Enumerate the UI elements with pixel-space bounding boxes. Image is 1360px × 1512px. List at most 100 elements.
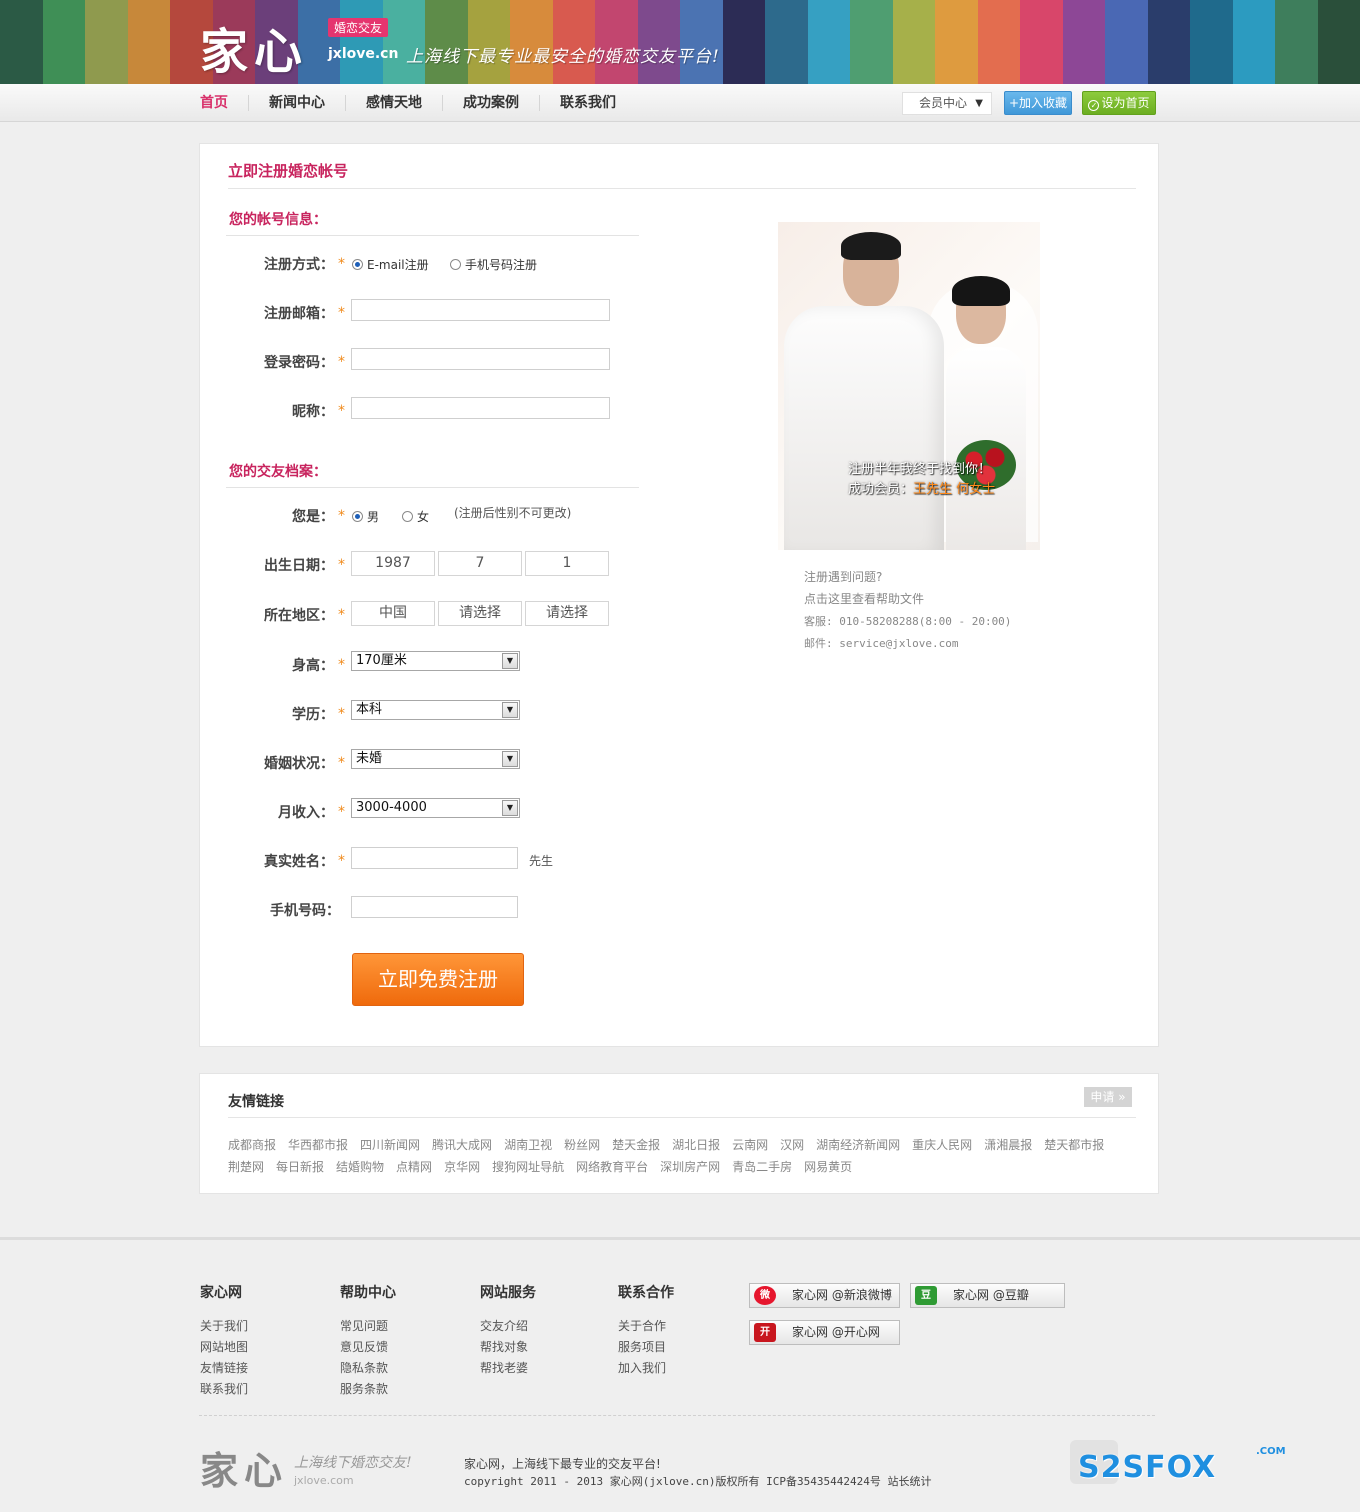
- caption-prefix: 成功会员：: [848, 482, 914, 497]
- photo-caption: 注册半年我终于找到你！: [848, 462, 992, 477]
- nav-item-emotion[interactable]: 感情天地: [346, 95, 443, 111]
- friend-link[interactable]: 点精网: [396, 1158, 432, 1175]
- brand[interactable]: 家心 婚恋交友 jxlove.cn 上海线下最专业最安全的婚恋交友平台!: [200, 8, 760, 80]
- banner-stripe: [935, 0, 978, 84]
- register-submit-button[interactable]: 立即免费注册: [352, 953, 524, 1006]
- email-label: 注册邮箱：: [264, 306, 334, 322]
- footer-copyright: copyright 2011 - 2013 家心网(jxlove.cn)版权所有…: [464, 1475, 932, 1488]
- education-select[interactable]: 本科 ▼: [351, 700, 520, 720]
- region-country-select[interactable]: 中国: [351, 601, 435, 626]
- friend-links-title: 友情链接: [228, 1094, 284, 1110]
- register-panel: 立即注册婚恋帐号 您的帐号信息： 注册方式： * E-mail注册 手机号码注册…: [199, 143, 1159, 1047]
- footer-link[interactable]: 加入我们: [618, 1358, 674, 1379]
- friend-link[interactable]: 网络教育平台: [576, 1158, 648, 1175]
- couple-photo: 注册半年我终于找到你！ 成功会员：王先生 何女士: [778, 222, 1040, 550]
- friend-link[interactable]: 潇湘晨报: [984, 1136, 1032, 1153]
- banner-stripe: [1275, 0, 1318, 84]
- help-phone: 客服: 010-58208288(8:00 - 20:00): [804, 615, 1012, 628]
- footer-link[interactable]: 帮找老婆: [480, 1358, 536, 1379]
- footer-link[interactable]: 关于我们: [200, 1316, 248, 1337]
- banner-stripe: [1232, 0, 1275, 84]
- apply-link-button[interactable]: 申请 »: [1084, 1087, 1132, 1107]
- mobile-field[interactable]: [351, 896, 518, 918]
- nickname-field[interactable]: [351, 397, 610, 419]
- nickname-label: 昵称：: [292, 404, 334, 420]
- friend-link[interactable]: 湖南卫视: [504, 1136, 552, 1153]
- watermark-suffix: .COM: [1256, 1446, 1286, 1457]
- realname-field[interactable]: [351, 847, 518, 869]
- weibo-follow-button[interactable]: 微 家心网 @新浪微博: [749, 1283, 900, 1308]
- friend-link[interactable]: 湖北日报: [672, 1136, 720, 1153]
- banner-stripe: [1317, 0, 1360, 84]
- friend-link[interactable]: 成都商报: [228, 1136, 276, 1153]
- footer-link[interactable]: 服务条款: [340, 1379, 396, 1400]
- birth-day-field[interactable]: 1: [525, 551, 609, 576]
- method-email-radio[interactable]: E-mail注册: [352, 256, 429, 273]
- footer-link[interactable]: 友情链接: [200, 1358, 248, 1379]
- birth-label: 出生日期：: [264, 558, 334, 574]
- region-province-select[interactable]: 请选择: [438, 601, 522, 626]
- chevron-down-icon: ▼: [975, 98, 983, 109]
- kaixin-follow-button[interactable]: 开 家心网 @开心网: [749, 1320, 900, 1345]
- help-link[interactable]: 点击这里查看帮助文件: [804, 590, 924, 607]
- footer-link[interactable]: 网站地图: [200, 1337, 248, 1358]
- nav-item-contact[interactable]: 联系我们: [540, 95, 636, 111]
- friend-link[interactable]: 结婚购物: [336, 1158, 384, 1175]
- profile-section-title: 您的交友档案：: [229, 464, 327, 480]
- kaixin-icon: 开: [754, 1323, 776, 1342]
- friend-link[interactable]: 荆楚网: [228, 1158, 264, 1175]
- gender-female-radio[interactable]: 女: [402, 508, 429, 525]
- footer-link[interactable]: 帮找对象: [480, 1337, 536, 1358]
- birth-year-field[interactable]: 1987: [351, 551, 435, 576]
- member-center-dropdown[interactable]: 会员中心 ▼: [902, 92, 992, 115]
- set-homepage-button[interactable]: ✓ 设为首页: [1082, 91, 1156, 115]
- friend-link[interactable]: 四川新闻网: [360, 1136, 420, 1153]
- friend-link[interactable]: 汉网: [780, 1136, 804, 1153]
- footer-link[interactable]: 交友介绍: [480, 1316, 536, 1337]
- footer-slogan: 上海线下婚恋交友!: [294, 1455, 412, 1471]
- income-select[interactable]: 3000-4000 ▼: [351, 798, 520, 818]
- footer-col-title: 家心网: [200, 1285, 242, 1301]
- footer-link[interactable]: 关于合作: [618, 1316, 674, 1337]
- add-favorite-button[interactable]: +加入收藏: [1004, 91, 1072, 115]
- friend-link[interactable]: 楚天都市报: [1044, 1136, 1104, 1153]
- education-value: 本科: [356, 702, 383, 717]
- birth-month-field[interactable]: 7: [438, 551, 522, 576]
- method-mobile-radio[interactable]: 手机号码注册: [450, 256, 537, 273]
- site-logo[interactable]: 家心: [200, 12, 308, 82]
- friend-link[interactable]: 搜狗网址导航: [492, 1158, 564, 1175]
- friend-link[interactable]: 楚天金报: [612, 1136, 660, 1153]
- banner-stripe: [977, 0, 1020, 84]
- friend-link[interactable]: 网易黄页: [804, 1158, 852, 1175]
- nav-item-home[interactable]: 首页: [200, 95, 249, 111]
- footer-link[interactable]: 意见反馈: [340, 1337, 396, 1358]
- friend-link[interactable]: 深圳房产网: [660, 1158, 720, 1175]
- nav-item-cases[interactable]: 成功案例: [443, 95, 540, 111]
- friend-link[interactable]: 云南网: [732, 1136, 768, 1153]
- radio-unchecked-icon: [450, 259, 461, 270]
- friend-link[interactable]: 湖南经济新闻网: [816, 1136, 900, 1153]
- footer-link[interactable]: 隐私条款: [340, 1358, 396, 1379]
- footer-link[interactable]: 联系我们: [200, 1379, 248, 1400]
- gender-male-radio[interactable]: 男: [352, 508, 379, 525]
- banner-stripe: [127, 0, 170, 84]
- friend-link[interactable]: 青岛二手房: [732, 1158, 792, 1175]
- douban-follow-button[interactable]: 豆 家心网 @豆瓣: [910, 1283, 1065, 1308]
- income-value: 3000-4000: [356, 800, 427, 815]
- friend-link[interactable]: 粉丝网: [564, 1136, 600, 1153]
- nav-item-news[interactable]: 新闻中心: [249, 95, 346, 111]
- friend-link[interactable]: 京华网: [444, 1158, 480, 1175]
- password-field[interactable]: [351, 348, 610, 370]
- marital-select[interactable]: 未婚 ▼: [351, 749, 520, 769]
- email-field[interactable]: [351, 299, 610, 321]
- account-section-title: 您的帐号信息：: [229, 212, 327, 228]
- height-select[interactable]: 170厘米 ▼: [351, 651, 520, 671]
- friend-link[interactable]: 重庆人民网: [912, 1136, 972, 1153]
- friend-link[interactable]: 每日新报: [276, 1158, 324, 1175]
- friend-link[interactable]: 腾讯大成网: [432, 1136, 492, 1153]
- footer-link[interactable]: 服务项目: [618, 1337, 674, 1358]
- region-city-select[interactable]: 请选择: [525, 601, 609, 626]
- banner-stripe: [765, 0, 808, 84]
- friend-link[interactable]: 华西都市报: [288, 1136, 348, 1153]
- footer-link[interactable]: 常见问题: [340, 1316, 396, 1337]
